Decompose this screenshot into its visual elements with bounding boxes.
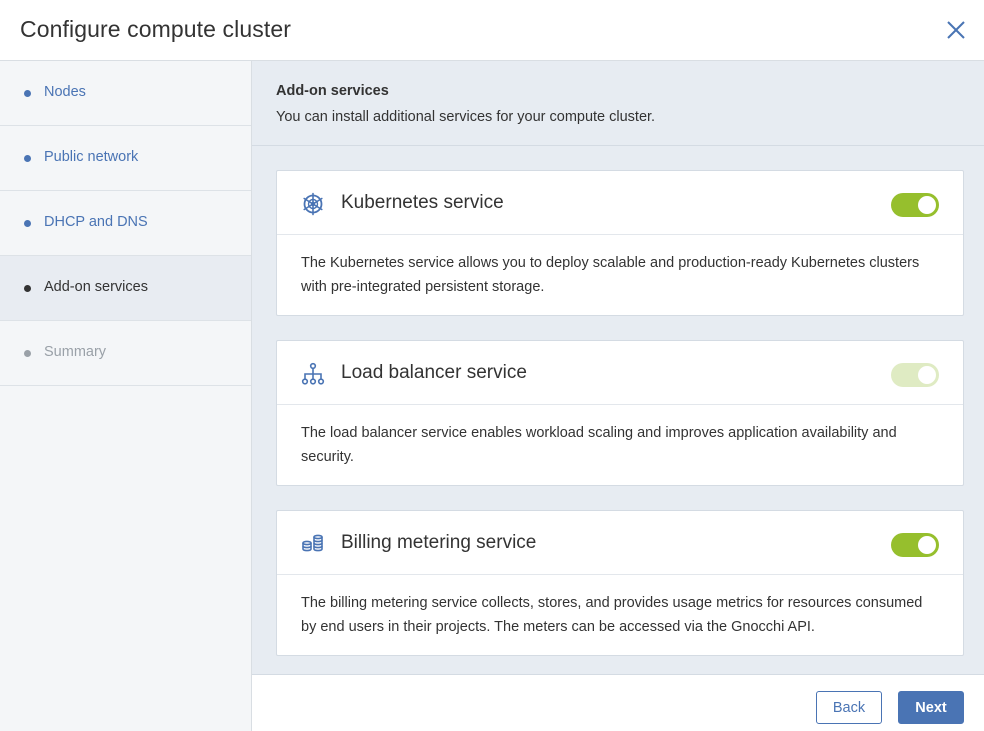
step-public-network[interactable]: Public network [0,126,251,191]
step-label: Public network [44,149,139,165]
dialog-header: Configure compute cluster [0,0,984,61]
service-card-load-balancer: Load balancer service The load balancer … [276,340,964,486]
step-summary: Summary [0,321,251,386]
kubernetes-toggle[interactable] [891,193,939,217]
kubernetes-icon [303,192,323,216]
service-description: The billing metering service collects, s… [301,595,923,635]
close-icon[interactable] [943,17,969,43]
section-title: Add-on services [276,83,389,99]
wizard-steps: Nodes Public network DHCP and DNS Add-on… [0,61,252,731]
dialog-footer: Back Next [252,674,984,731]
step-bullet [24,220,31,227]
back-button[interactable]: Back [816,691,882,724]
service-name: Kubernetes service [341,192,504,213]
card-header: Billing metering service [277,511,963,575]
step-label: Add-on services [44,279,148,295]
step-label: Nodes [44,84,86,100]
toggle-knob [918,196,936,214]
dialog-title: Configure compute cluster [20,16,291,42]
service-card-kubernetes: Kubernetes service The Kubernetes servic… [276,170,964,316]
step-bullet [24,90,31,97]
section-intro: Add-on services You can install addition… [252,61,984,146]
service-name: Load balancer service [341,362,527,383]
toggle-knob [918,536,936,554]
service-description: The load balancer service enables worklo… [301,425,897,465]
next-button[interactable]: Next [898,691,964,724]
main-panel: Add-on services You can install addition… [252,61,984,731]
service-card-billing-metering: Billing metering service The billing met… [276,510,964,656]
billing-metering-toggle[interactable] [891,533,939,557]
step-bullet [24,155,31,162]
step-dhcp-and-dns[interactable]: DHCP and DNS [0,191,251,256]
card-header: Kubernetes service [277,171,963,235]
step-bullet [24,350,31,357]
service-description: The Kubernetes service allows you to dep… [301,255,920,295]
service-name: Billing metering service [341,532,537,553]
toggle-knob [918,366,936,384]
coins-stack-icon [302,534,323,552]
step-nodes[interactable]: Nodes [0,61,251,126]
step-bullet [24,285,31,292]
step-add-on-services[interactable]: Add-on services [0,256,251,321]
network-tree-icon [301,362,325,385]
step-label: Summary [44,344,107,360]
section-description: You can install additional services for … [276,109,656,125]
step-label: DHCP and DNS [44,214,148,230]
load-balancer-toggle [891,363,939,387]
card-header: Load balancer service [277,341,963,405]
